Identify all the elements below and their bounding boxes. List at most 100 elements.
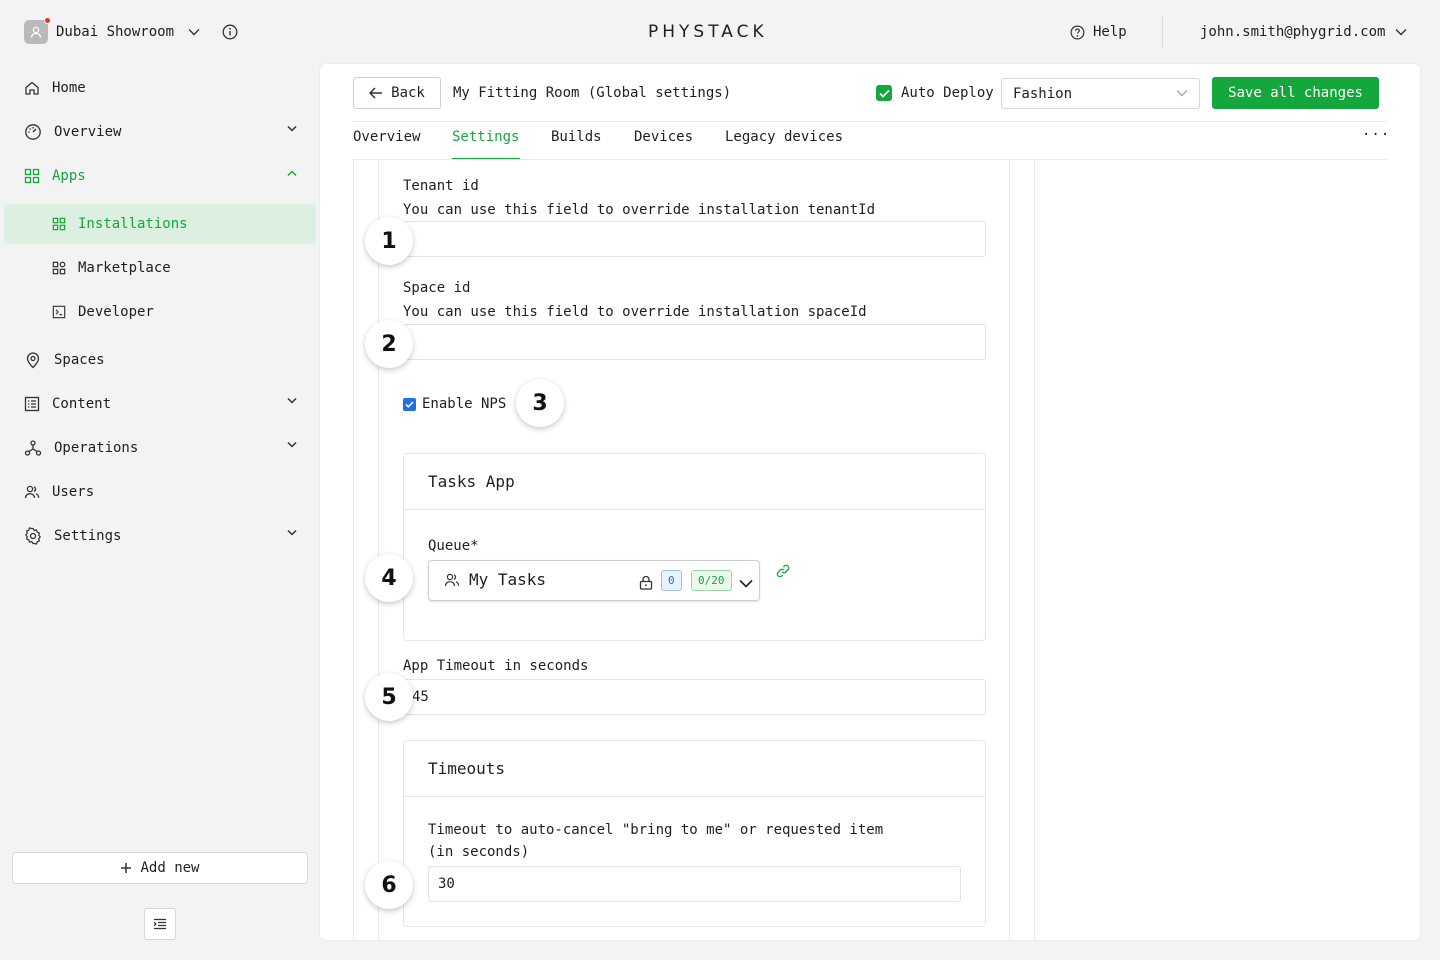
sidebar-item-label: Installations	[78, 216, 188, 232]
chevron-down-icon	[287, 441, 297, 448]
step-marker-4: 4	[365, 554, 413, 602]
auto-deploy-checkbox[interactable]	[876, 85, 892, 101]
app-timeout-label: App Timeout in seconds	[403, 658, 589, 674]
environment-value: Fashion	[1013, 85, 1073, 102]
sidebar-item-settings[interactable]: Settings	[24, 524, 297, 548]
sidebar-item-label: Settings	[54, 528, 122, 544]
more-options-button[interactable]: ···	[1362, 127, 1390, 143]
sidebar-item-label: Spaces	[54, 352, 105, 368]
nodes-icon	[24, 440, 42, 456]
sidebar-item-label: Marketplace	[78, 260, 171, 276]
header-divider	[1162, 16, 1163, 48]
top-bar: Dubai Showroom PHYSTACK Help john.smith@…	[0, 0, 1440, 64]
indent-list-icon	[153, 918, 166, 930]
queue-label: Queue*	[428, 538, 479, 554]
tenant-id-help: You can use this field to override insta…	[403, 202, 876, 218]
tenant-id-label: Tenant id	[403, 178, 479, 194]
user-email: john.smith@phygrid.com	[1200, 24, 1386, 40]
collapse-sidebar-button[interactable]	[144, 908, 176, 940]
question-circle-icon	[1070, 25, 1085, 39]
sidebar-item-label: Apps	[52, 168, 86, 184]
help-button[interactable]: Help	[1070, 24, 1127, 40]
chevron-up-icon	[287, 170, 297, 177]
sidebar-item-label: Overview	[54, 124, 122, 140]
timeouts-card: Timeouts Timeout to auto-cancel "bring t…	[403, 740, 986, 927]
cancel-timeout-input[interactable]: 30	[428, 866, 961, 902]
column-divider	[1009, 160, 1010, 940]
space-id-input[interactable]	[403, 324, 986, 360]
org-avatar	[24, 17, 51, 44]
step-marker-1: 1	[365, 217, 413, 265]
space-id-label: Space id	[403, 280, 471, 296]
step-marker-2: 2	[365, 320, 413, 368]
sidebar-item-installations[interactable]: Installations	[52, 212, 188, 236]
back-label: Back	[391, 85, 425, 101]
chevron-down-icon	[188, 29, 200, 36]
environment-select[interactable]: Fashion	[1001, 78, 1200, 109]
queue-count-badge: 0	[661, 570, 682, 591]
phystack-logo: PHYSTACK	[648, 22, 768, 42]
link-icon[interactable]	[776, 564, 790, 578]
help-label: Help	[1093, 24, 1127, 40]
chevron-down-icon	[739, 579, 753, 588]
tab-legacy-devices[interactable]: Legacy devices	[725, 129, 843, 145]
sidebar-item-label: Developer	[78, 304, 154, 320]
step-marker-6: 6	[365, 861, 413, 909]
chevron-down-icon	[287, 529, 297, 536]
tasks-app-title: Tasks App	[404, 454, 985, 510]
chevron-down-icon	[1395, 29, 1407, 36]
apps-grid-icon	[24, 168, 40, 184]
enable-nps-checkbox[interactable]	[403, 397, 416, 411]
sidebar-item-label: Operations	[54, 440, 139, 456]
tab-devices[interactable]: Devices	[634, 129, 693, 145]
users-icon	[444, 573, 460, 587]
sidebar-item-spaces[interactable]: Spaces	[24, 348, 105, 372]
tab-settings[interactable]: Settings	[452, 129, 519, 145]
org-name: Dubai Showroom	[56, 24, 175, 40]
user-menu[interactable]: john.smith@phygrid.com	[1200, 24, 1407, 40]
plus-icon	[121, 863, 132, 873]
save-all-button[interactable]: Save all changes	[1212, 77, 1379, 109]
sidebar-item-home[interactable]: Home	[24, 76, 86, 100]
cancel-timeout-label: Timeout to auto-cancel "bring to me" or …	[428, 822, 884, 838]
gear-icon	[25, 527, 41, 545]
app-timeout-input[interactable]: 45	[403, 679, 986, 715]
column-divider	[1034, 160, 1035, 940]
add-new-label: Add new	[140, 860, 200, 876]
location-pin-icon	[26, 352, 40, 369]
sidebar-item-developer[interactable]: Developer	[52, 300, 154, 324]
sidebar-item-apps[interactable]: Apps	[24, 164, 297, 188]
info-icon[interactable]	[222, 24, 238, 40]
sidebar-item-content[interactable]: Content	[24, 392, 297, 416]
tabs-divider	[353, 159, 1387, 160]
sidebar-item-label: Content	[52, 396, 112, 412]
home-icon	[25, 81, 39, 95]
sidebar-item-overview[interactable]: Overview	[24, 120, 297, 144]
queue-select[interactable]: My Tasks 0 0/20	[428, 560, 760, 601]
apps-grid-icon	[52, 217, 66, 231]
add-new-button[interactable]: Add new	[12, 852, 308, 884]
tenant-id-input[interactable]	[403, 221, 986, 257]
chevron-down-icon	[287, 125, 297, 132]
org-switcher[interactable]: Dubai Showroom	[24, 17, 200, 44]
sidebar-item-marketplace[interactable]: Marketplace	[52, 256, 171, 280]
enable-nps-toggle[interactable]: Enable NPS	[403, 396, 506, 412]
main-panel: Back My Fitting Room (Global settings) A…	[320, 64, 1420, 940]
tasks-app-card: Tasks App Queue* My Tasks 0 0/20	[403, 453, 986, 641]
users-icon	[24, 485, 40, 499]
timeouts-title: Timeouts	[404, 741, 985, 797]
sidebar-item-operations[interactable]: Operations	[24, 436, 297, 460]
checkmark-icon	[878, 89, 890, 98]
list-icon	[24, 396, 40, 412]
sidebar-item-users[interactable]: Users	[24, 480, 94, 504]
auto-deploy-toggle[interactable]: Auto Deploy	[876, 85, 994, 101]
cancel-timeout-label-unit: (in seconds)	[428, 844, 530, 860]
queue-capacity-badge: 0/20	[691, 570, 732, 591]
page-title: My Fitting Room (Global settings)	[453, 85, 732, 101]
arrow-left-icon	[369, 87, 383, 99]
lock-icon	[639, 575, 653, 590]
tab-builds[interactable]: Builds	[551, 129, 602, 145]
marketplace-icon	[52, 261, 66, 275]
tab-overview[interactable]: Overview	[353, 129, 420, 145]
back-button[interactable]: Back	[353, 77, 441, 109]
